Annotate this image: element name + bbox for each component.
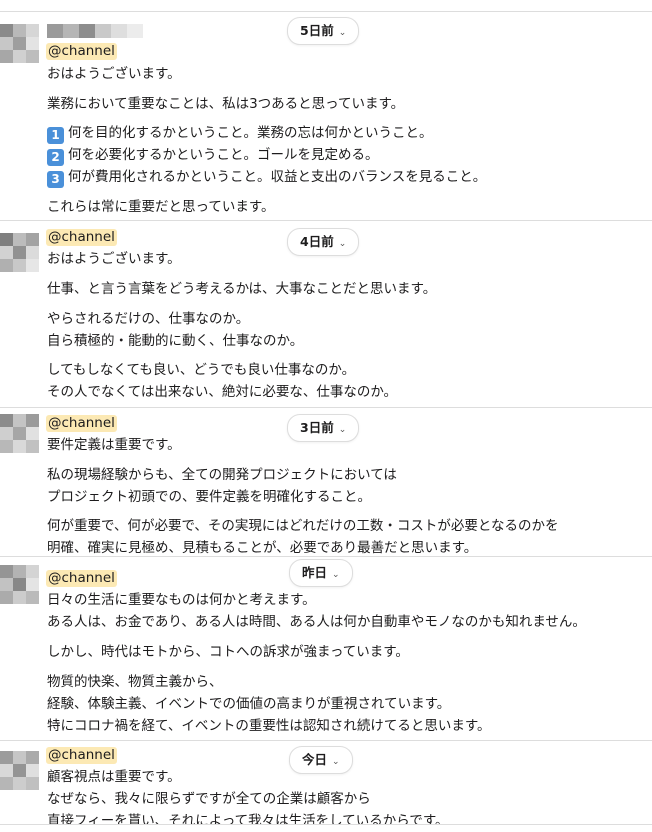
avatar[interactable] [0, 24, 40, 64]
chevron-down-icon: ⌄ [338, 239, 347, 249]
message-text: 何を目的化するかということ。業務の忘は何かということ。 [68, 125, 433, 141]
avatar[interactable] [0, 233, 40, 273]
message-text: 自ら積極的・能動的に動く、仕事なのか。 [47, 333, 304, 349]
date-label: 昨日 [302, 565, 328, 580]
message-text: おはようございます。 [47, 66, 181, 82]
message-text: 経験、体験主義、イベントでの価値の高まりが重視されています。 [47, 696, 451, 712]
message-text: 特にコロナ禍を経て、イベントの重要性は認知され続けてると思います。 [47, 718, 491, 734]
channel-mention[interactable]: @channel [46, 747, 117, 764]
date-label: 4日前 [300, 234, 334, 249]
username[interactable] [47, 24, 143, 38]
message-text: 何が費用化されるかということ。収益と支出のバランスを見ること。 [68, 169, 487, 185]
message-text: その人でなくては出来ない、絶対に必要な、仕事なのか。 [47, 384, 398, 400]
message-text: ある人は、お金であり、ある人は時間、ある人は何か自動車やモノなのかも知れません。 [47, 614, 586, 630]
message-text: 物質的快楽、物質主義から、 [47, 674, 223, 690]
date-label: 5日前 [300, 23, 334, 38]
message-text: なぜなら、我々に限らずですが全ての企業は顧客から [47, 791, 371, 807]
message-text: 何が重要で、何が必要で、その実現にはどれだけの工数・コストが必要となるのかを [47, 518, 559, 534]
message-text: 顧客視点は重要です。 [47, 769, 181, 785]
date-divider-button[interactable]: 5日前 ⌄ [287, 17, 360, 45]
message-1: 5日前 ⌄ @channel おはようございます。 業務において重要なことは、私は… [0, 12, 652, 220]
message-text: 日々の生活に重要なものは何かと考えます。 [47, 592, 316, 608]
message-text: おはようございます。 [47, 251, 181, 267]
message-2: 4日前 ⌄ @channel おはようございます。 仕事、と言う言葉をどう考えるか… [0, 221, 652, 407]
divider [0, 824, 652, 825]
keycap-1-icon: 1 [47, 127, 64, 144]
channel-mention[interactable]: @channel [46, 570, 117, 587]
message-text-numbered: 1 何を目的化するかということ。業務の忘は何かということ。 [47, 125, 433, 144]
message-5: 今日 ⌄ @channel 顧客視点は重要です。 なぜなら、我々に限らずですが全て… [0, 741, 652, 824]
message-text: 私の現場経験からも、全ての開発プロジェクトにおいては [47, 467, 397, 483]
message-text: 要件定義は重要です。 [47, 437, 181, 453]
channel-mention[interactable]: @channel [46, 415, 117, 432]
message-text: 明確、確実に見極め、見積もることが、必要であり最善だと思います。 [47, 540, 478, 556]
chevron-down-icon: ⌄ [332, 757, 340, 767]
message-text: 業務において重要なことは、私は3つあると思っています。 [47, 96, 405, 112]
keycap-2-icon: 2 [47, 149, 64, 166]
channel-mention[interactable]: @channel [46, 43, 117, 60]
message-text-numbered: 3 何が費用化されるかということ。収益と支出のバランスを見ること。 [47, 169, 486, 188]
avatar[interactable] [0, 414, 40, 454]
date-divider-button[interactable]: 昨日 ⌄ [289, 559, 353, 587]
message-4: 昨日 ⌄ @channel 日々の生活に重要なものは何かと考えます。 ある人は、お… [0, 557, 652, 740]
avatar[interactable] [0, 751, 40, 791]
chevron-down-icon: ⌄ [338, 425, 347, 435]
message-text: プロジェクト初頭での、要件定義を明確化すること。 [47, 489, 371, 505]
chevron-down-icon: ⌄ [332, 570, 340, 580]
message-text: やらされるだけの、仕事なのか。 [47, 311, 250, 327]
channel-mention[interactable]: @channel [46, 229, 117, 246]
date-divider-button[interactable]: 今日 ⌄ [289, 746, 353, 774]
message-text: 直接フィーを貰い、それによって我々は生活をしているからです。 [47, 813, 449, 824]
message-text: 仕事、と言う言葉をどう考えるかは、大事なことだと思います。 [47, 281, 437, 297]
date-divider-button[interactable]: 4日前 ⌄ [287, 228, 360, 256]
date-label: 今日 [302, 752, 328, 767]
message-text: しかし、時代はモトから、コトへの訴求が強まっています。 [47, 644, 409, 660]
keycap-3-icon: 3 [47, 171, 64, 188]
date-label: 3日前 [300, 420, 334, 435]
message-text: 何を必要化するかということ。ゴールを見定める。 [68, 147, 379, 163]
message-text-numbered: 2 何を必要化するかということ。ゴールを見定める。 [47, 147, 379, 166]
avatar[interactable] [0, 565, 40, 605]
date-divider-button[interactable]: 3日前 ⌄ [287, 414, 360, 442]
message-text: これらは常に重要だと思っています。 [47, 199, 275, 215]
message-text: してもしなくても良い、どうでも良い仕事なのか。 [47, 362, 356, 378]
chevron-down-icon: ⌄ [338, 28, 347, 38]
message-3: 3日前 ⌄ @channel 要件定義は重要です。 私の現場経験からも、全ての開発… [0, 408, 652, 556]
